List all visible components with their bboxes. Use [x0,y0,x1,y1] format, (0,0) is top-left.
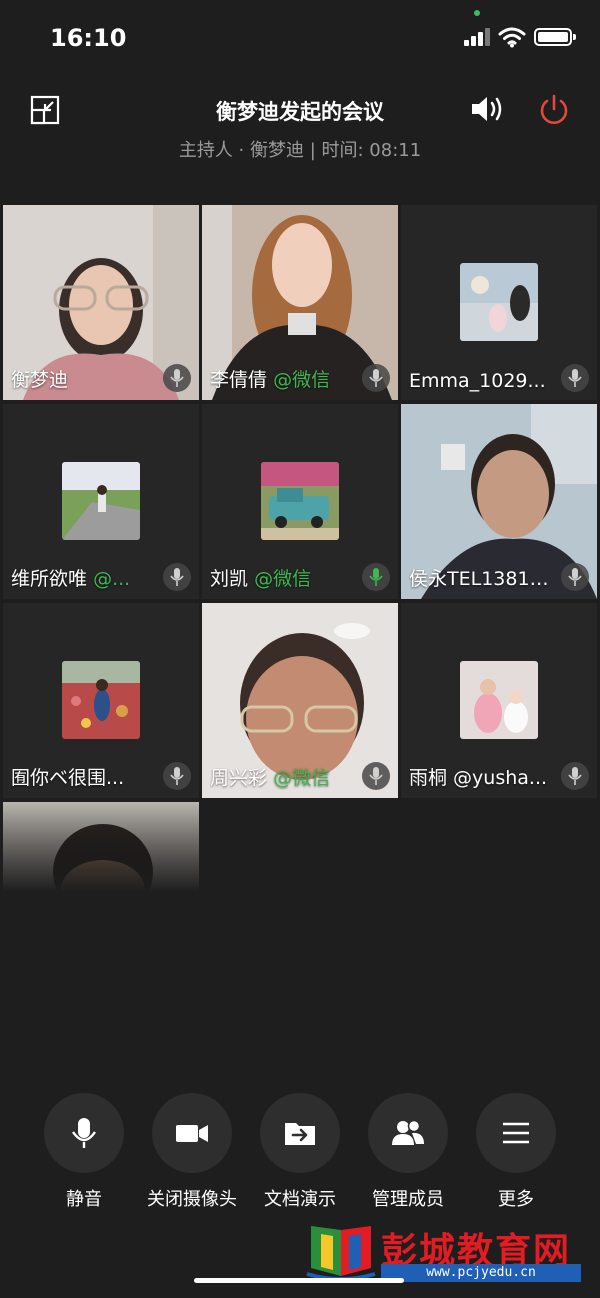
participant-name: 侯永TEL13815315... [409,568,554,590]
meeting-toolbar: 静音 关闭摄像头 文档演示 管理成员 更多 [0,1093,600,1213]
mic-muted-icon [362,762,390,790]
leave-meeting-icon[interactable] [538,94,570,126]
participant-video [3,802,199,892]
mic-muted-icon [561,563,589,591]
mic-muted-icon [163,762,191,790]
participant-name: 刘凯 @微信 [210,568,312,590]
participant-avatar [62,661,140,739]
battery-icon [534,28,576,46]
camera-off-label: 关闭摄像头 [147,1189,237,1210]
camera-indicator-dot [474,10,480,16]
mic-muted-icon [561,762,589,790]
participant-name: 维所欲唯 @... [11,568,131,590]
camera-off-button[interactable]: 关闭摄像头 [138,1093,246,1211]
mic-active-icon [362,563,390,591]
watermark-url: www.pcjyedu.cn [381,1264,581,1282]
mic-muted-icon [163,364,191,392]
participant-name: 衡梦迪 [11,369,69,391]
site-watermark: 彭城教育网 www.pcjyedu.cn [305,1222,590,1284]
participant-tile[interactable]: 衡梦迪 [3,205,199,400]
participant-avatar [62,462,140,540]
members-icon [392,1119,424,1145]
meeting-title: 衡梦迪发起的会议 [216,100,384,124]
book-logo-icon [306,1226,376,1281]
meeting-host-time: 主持人 · 衡梦迪 | 时间: 08:11 [178,140,422,161]
share-folder-icon [285,1123,315,1145]
manage-members-label: 管理成员 [372,1189,444,1210]
participant-tile[interactable]: 侯永TEL13815315... [401,404,597,599]
speaker-icon[interactable] [470,94,506,124]
more-label: 更多 [498,1189,534,1210]
participant-tile[interactable]: 雨桐 @yusha... [401,603,597,798]
participant-tile[interactable] [3,802,199,892]
share-document-button[interactable]: 文档演示 [246,1093,354,1211]
more-button[interactable]: 更多 [462,1093,570,1211]
meeting-header: 衡梦迪发起的会议 主持人 · 衡梦迪 | 时间: 08:11 [0,80,600,190]
participant-avatar [460,661,538,739]
participant-avatar [261,462,339,540]
participant-tile[interactable]: 维所欲唯 @... [3,404,199,599]
participant-tile[interactable]: 刘凯 @微信 [202,404,398,599]
participant-tile[interactable]: 囿你ベ很围... [3,603,199,798]
participant-name: 雨桐 @yusha... [409,767,548,789]
mute-label: 静音 [66,1189,102,1210]
share-document-label: 文档演示 [264,1189,336,1210]
participant-tile[interactable]: 周兴彩 @微信 [202,603,398,798]
menu-icon [503,1122,529,1144]
home-indicator[interactable] [194,1278,404,1283]
cellular-signal-icon [464,28,490,46]
share-button-circle[interactable] [260,1093,340,1173]
more-button-circle[interactable] [476,1093,556,1173]
mic-muted-icon [561,364,589,392]
manage-members-button[interactable]: 管理成员 [354,1093,462,1211]
microphone-icon [72,1118,96,1148]
participant-tile[interactable]: Emma_1029... [401,205,597,400]
status-bar: 16:10 [0,0,600,72]
wifi-icon [498,27,526,48]
status-time: 16:10 [50,24,127,52]
participant-name: 李倩倩 @微信 [210,369,331,391]
mute-button-circle[interactable] [44,1093,124,1173]
participant-avatar [460,263,538,341]
mic-muted-icon [163,563,191,591]
participant-name: 周兴彩 @微信 [210,767,331,789]
members-button-circle[interactable] [368,1093,448,1173]
camera-button-circle[interactable] [152,1093,232,1173]
mute-button[interactable]: 静音 [30,1093,138,1211]
participant-name: Emma_1029... [409,370,546,392]
participant-tile[interactable]: 李倩倩 @微信 [202,205,398,400]
video-camera-icon [176,1125,208,1142]
participant-name: 囿你ベ很围... [11,767,125,789]
mic-muted-icon [362,364,390,392]
